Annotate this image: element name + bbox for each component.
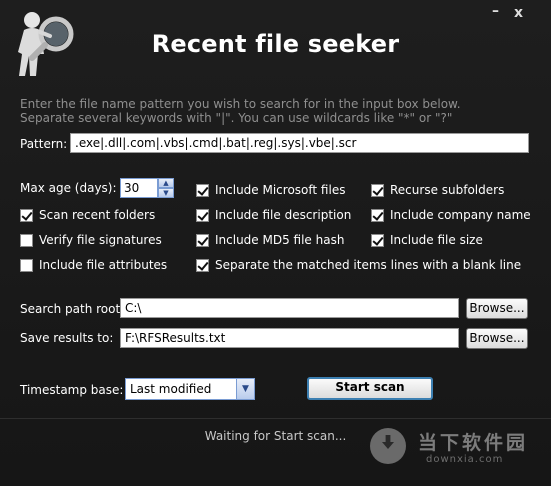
max-age-input[interactable]: 30 [120,178,158,198]
checkbox-verify-file-signatures[interactable]: Verify file signatures [20,232,162,248]
checkbox-include-md5-file-hash[interactable]: Include MD5 file hash [196,232,344,248]
checkbox-box[interactable] [196,183,209,197]
pattern-label: Pattern: [20,137,68,151]
instructions: Enter the file name pattern you wish to … [20,97,540,125]
checkbox-label: Include file description [215,208,352,222]
checkbox-label: Scan recent folders [39,208,156,222]
checkbox-box[interactable] [196,208,209,222]
search-path-label: Search path root: [20,302,125,316]
watermark: 当下软件园 downxia.com [366,422,546,470]
checkbox-label: Separate the matched items lines with a … [215,258,522,272]
timestamp-selected-value: Last modified [130,382,212,396]
spin-up-icon[interactable]: ▲ [158,178,174,188]
checkbox-box[interactable] [371,183,384,197]
spin-down-icon[interactable]: ▼ [158,188,174,198]
checkbox-include-microsoft-files[interactable]: Include Microsoft files [196,182,345,198]
start-scan-button[interactable]: Start scan [307,377,433,400]
timestamp-base-label: Timestamp base: [20,383,124,397]
checkbox-scan-recent-folders[interactable]: Scan recent folders [20,207,155,223]
minimize-button[interactable]: – [492,4,499,18]
checkbox-label: Include file attributes [39,258,168,272]
checkbox-label: Include MD5 file hash [215,233,345,247]
max-age-label: Max age (days): [20,181,117,195]
checkbox-box[interactable] [371,233,384,247]
search-path-input[interactable]: C:\ [120,298,459,318]
browse-save-results-button[interactable]: Browse... [466,328,528,349]
close-button[interactable]: x [514,6,523,20]
instructions-line-2: Separate several keywords with "|". You … [20,111,453,125]
checkbox-box[interactable] [20,233,33,247]
app-title: Recent file seeker [151,30,400,58]
checkbox-label: Verify file signatures [39,233,162,247]
download-arrow-icon [370,428,406,464]
checkbox-box[interactable] [196,233,209,247]
checkbox-label: Recurse subfolders [390,183,505,197]
main-window: Recent file seeker – x Enter the file na… [0,0,551,486]
checkbox-box[interactable] [20,208,33,222]
status-divider [0,418,551,419]
pattern-input[interactable]: .exe|.dll|.com|.vbs|.cmd|.bat|.reg|.sys|… [70,133,529,153]
checkbox-recurse-subfolders[interactable]: Recurse subfolders [371,182,504,198]
checkbox-box[interactable] [20,258,33,272]
checkbox-box[interactable] [371,208,384,222]
max-age-spinner: 30 ▲ ▼ [120,178,176,198]
save-results-input[interactable]: F:\RFSResults.txt [120,328,459,348]
checkbox-include-file-description[interactable]: Include file description [196,207,351,223]
checkbox-label: Include company name [390,208,531,222]
checkbox-include-company-name[interactable]: Include company name [371,207,531,223]
checkbox-label: Include Microsoft files [215,183,346,197]
checkbox-include-file-size[interactable]: Include file size [371,232,483,248]
checkbox-box[interactable] [196,258,209,272]
save-results-label: Save results to: [20,331,114,345]
instructions-line-1: Enter the file name pattern you wish to … [20,97,461,111]
watermark-cn: 当下软件园 [418,432,529,454]
timestamp-base-select[interactable]: Last modified ▼ [125,378,255,400]
checkbox-separate-blank-line[interactable]: Separate the matched items lines with a … [196,257,521,273]
checkbox-label: Include file size [390,233,483,247]
checkbox-include-file-attributes[interactable]: Include file attributes [20,257,167,273]
browse-search-path-button[interactable]: Browse... [466,298,528,319]
watermark-en: downxia.com [426,454,504,465]
chevron-down-icon[interactable]: ▼ [236,379,254,399]
